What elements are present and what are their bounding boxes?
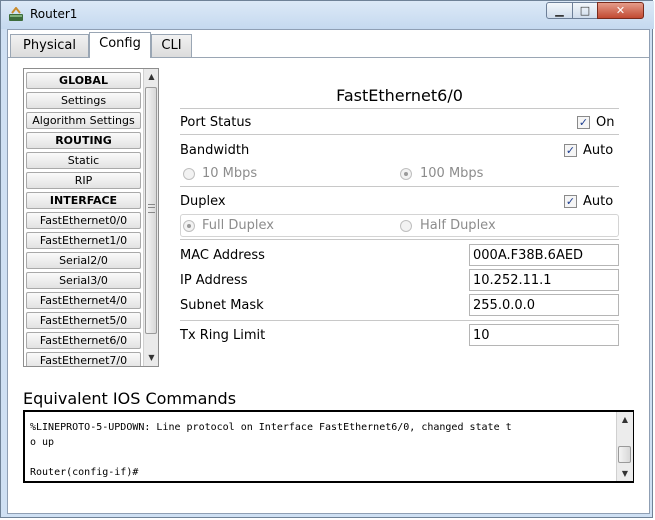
divider xyxy=(180,186,619,187)
minimize-icon: ▁ xyxy=(555,4,564,17)
divider xyxy=(180,320,619,321)
duplex-auto-checkbox[interactable]: ✓ xyxy=(564,195,577,208)
sidebar-item-fastethernet1-0[interactable]: FastEthernet1/0 xyxy=(26,232,141,249)
tab-config[interactable]: Config xyxy=(89,32,151,58)
radio-10-mbps[interactable] xyxy=(183,168,195,180)
bandwidth-label: Bandwidth xyxy=(180,143,250,158)
panel-title: FastEthernet6/0 xyxy=(336,86,463,105)
ip-address-field[interactable] xyxy=(469,269,619,291)
close-icon: ✕ xyxy=(615,4,626,17)
grip-icon xyxy=(148,204,155,213)
ios-commands-console[interactable]: %LINEPROTO-5-UPDOWN: Line protocol on In… xyxy=(23,410,634,483)
duplex-label: Duplex xyxy=(180,194,226,209)
sidebar-item-algorithm-settings[interactable]: Algorithm Settings xyxy=(26,112,141,129)
sidebar-header-interface[interactable]: INTERFACE xyxy=(26,192,141,209)
tab-cli[interactable]: CLI xyxy=(151,34,192,57)
scroll-up-icon[interactable]: ▲ xyxy=(144,69,158,84)
sidebar-header-global[interactable]: GLOBAL xyxy=(26,72,141,89)
scroll-down-icon[interactable]: ▼ xyxy=(617,466,633,481)
sidebar-item-rip[interactable]: RIP xyxy=(26,172,141,189)
subnet-mask-label: Subnet Mask xyxy=(180,298,264,313)
bandwidth-auto-checkbox[interactable]: ✓ xyxy=(564,144,577,157)
ip-address-label: IP Address xyxy=(180,273,248,288)
mac-address-label: MAC Address xyxy=(180,248,265,263)
ios-output-text: %LINEPROTO-5-UPDOWN: Line protocol on In… xyxy=(30,422,512,478)
scroll-up-icon[interactable]: ▲ xyxy=(617,412,633,427)
sidebar-item-fastethernet6-0[interactable]: FastEthernet6/0 xyxy=(26,332,141,349)
port-status-label: Port Status xyxy=(180,115,252,130)
tab-physical[interactable]: Physical xyxy=(10,34,89,57)
ios-scrollbar[interactable]: ▲ ▼ xyxy=(616,412,633,481)
divider xyxy=(180,134,619,135)
sidebar-item-fastethernet7-0[interactable]: FastEthernet7/0 xyxy=(26,352,141,366)
router-window: Router1 ▁ □ ✕ Physical CLI Config GLOBAL… xyxy=(0,0,654,518)
port-status-checkbox[interactable]: ✓ xyxy=(577,116,590,129)
subnet-mask-field[interactable] xyxy=(469,294,619,316)
config-sidebar: GLOBAL Settings Algorithm Settings ROUTI… xyxy=(23,68,159,367)
duplex-auto-label: Auto xyxy=(583,194,614,209)
ios-commands-title: Equivalent IOS Commands xyxy=(23,389,237,408)
ios-scroll-thumb[interactable] xyxy=(618,446,631,463)
sidebar-item-fastethernet4-0[interactable]: FastEthernet4/0 xyxy=(26,292,141,309)
client-area: Physical CLI Config GLOBAL Settings Algo… xyxy=(7,29,650,514)
radio-full-duplex[interactable] xyxy=(183,220,195,232)
close-button[interactable]: ✕ xyxy=(597,2,644,19)
radio-100-mbps[interactable] xyxy=(400,168,412,180)
port-status-on-label: On xyxy=(596,115,615,130)
bandwidth-auto-label: Auto xyxy=(583,143,614,158)
radio-10-mbps-label: 10 Mbps xyxy=(202,166,258,181)
radio-100-mbps-label: 100 Mbps xyxy=(420,166,484,181)
tx-ring-limit-label: Tx Ring Limit xyxy=(180,328,266,343)
maximize-icon: □ xyxy=(579,4,591,17)
sidebar-scroll-thumb[interactable] xyxy=(145,87,157,334)
router-app-icon xyxy=(9,7,23,21)
radio-half-duplex[interactable] xyxy=(400,220,412,232)
divider xyxy=(180,239,619,240)
divider xyxy=(180,108,619,109)
sidebar-scrollbar[interactable]: ▲ ▼ xyxy=(143,69,158,366)
minimize-button[interactable]: ▁ xyxy=(546,2,573,19)
sidebar-item-serial3-0[interactable]: Serial3/0 xyxy=(26,272,141,289)
title-bar[interactable]: Router1 ▁ □ ✕ xyxy=(1,1,654,29)
sidebar-item-serial2-0[interactable]: Serial2/0 xyxy=(26,252,141,269)
sidebar-item-settings[interactable]: Settings xyxy=(26,92,141,109)
radio-half-duplex-label: Half Duplex xyxy=(420,218,496,233)
sidebar-header-routing[interactable]: ROUTING xyxy=(26,132,141,149)
radio-full-duplex-label: Full Duplex xyxy=(202,218,274,233)
scroll-down-icon[interactable]: ▼ xyxy=(144,350,158,365)
sidebar-item-fastethernet5-0[interactable]: FastEthernet5/0 xyxy=(26,312,141,329)
sidebar-item-fastethernet0-0[interactable]: FastEthernet0/0 xyxy=(26,212,141,229)
maximize-button[interactable]: □ xyxy=(572,2,598,19)
mac-address-field[interactable] xyxy=(469,244,619,266)
sidebar-item-static[interactable]: Static xyxy=(26,152,141,169)
window-title: Router1 xyxy=(30,7,78,21)
tx-ring-limit-field[interactable] xyxy=(469,324,619,346)
